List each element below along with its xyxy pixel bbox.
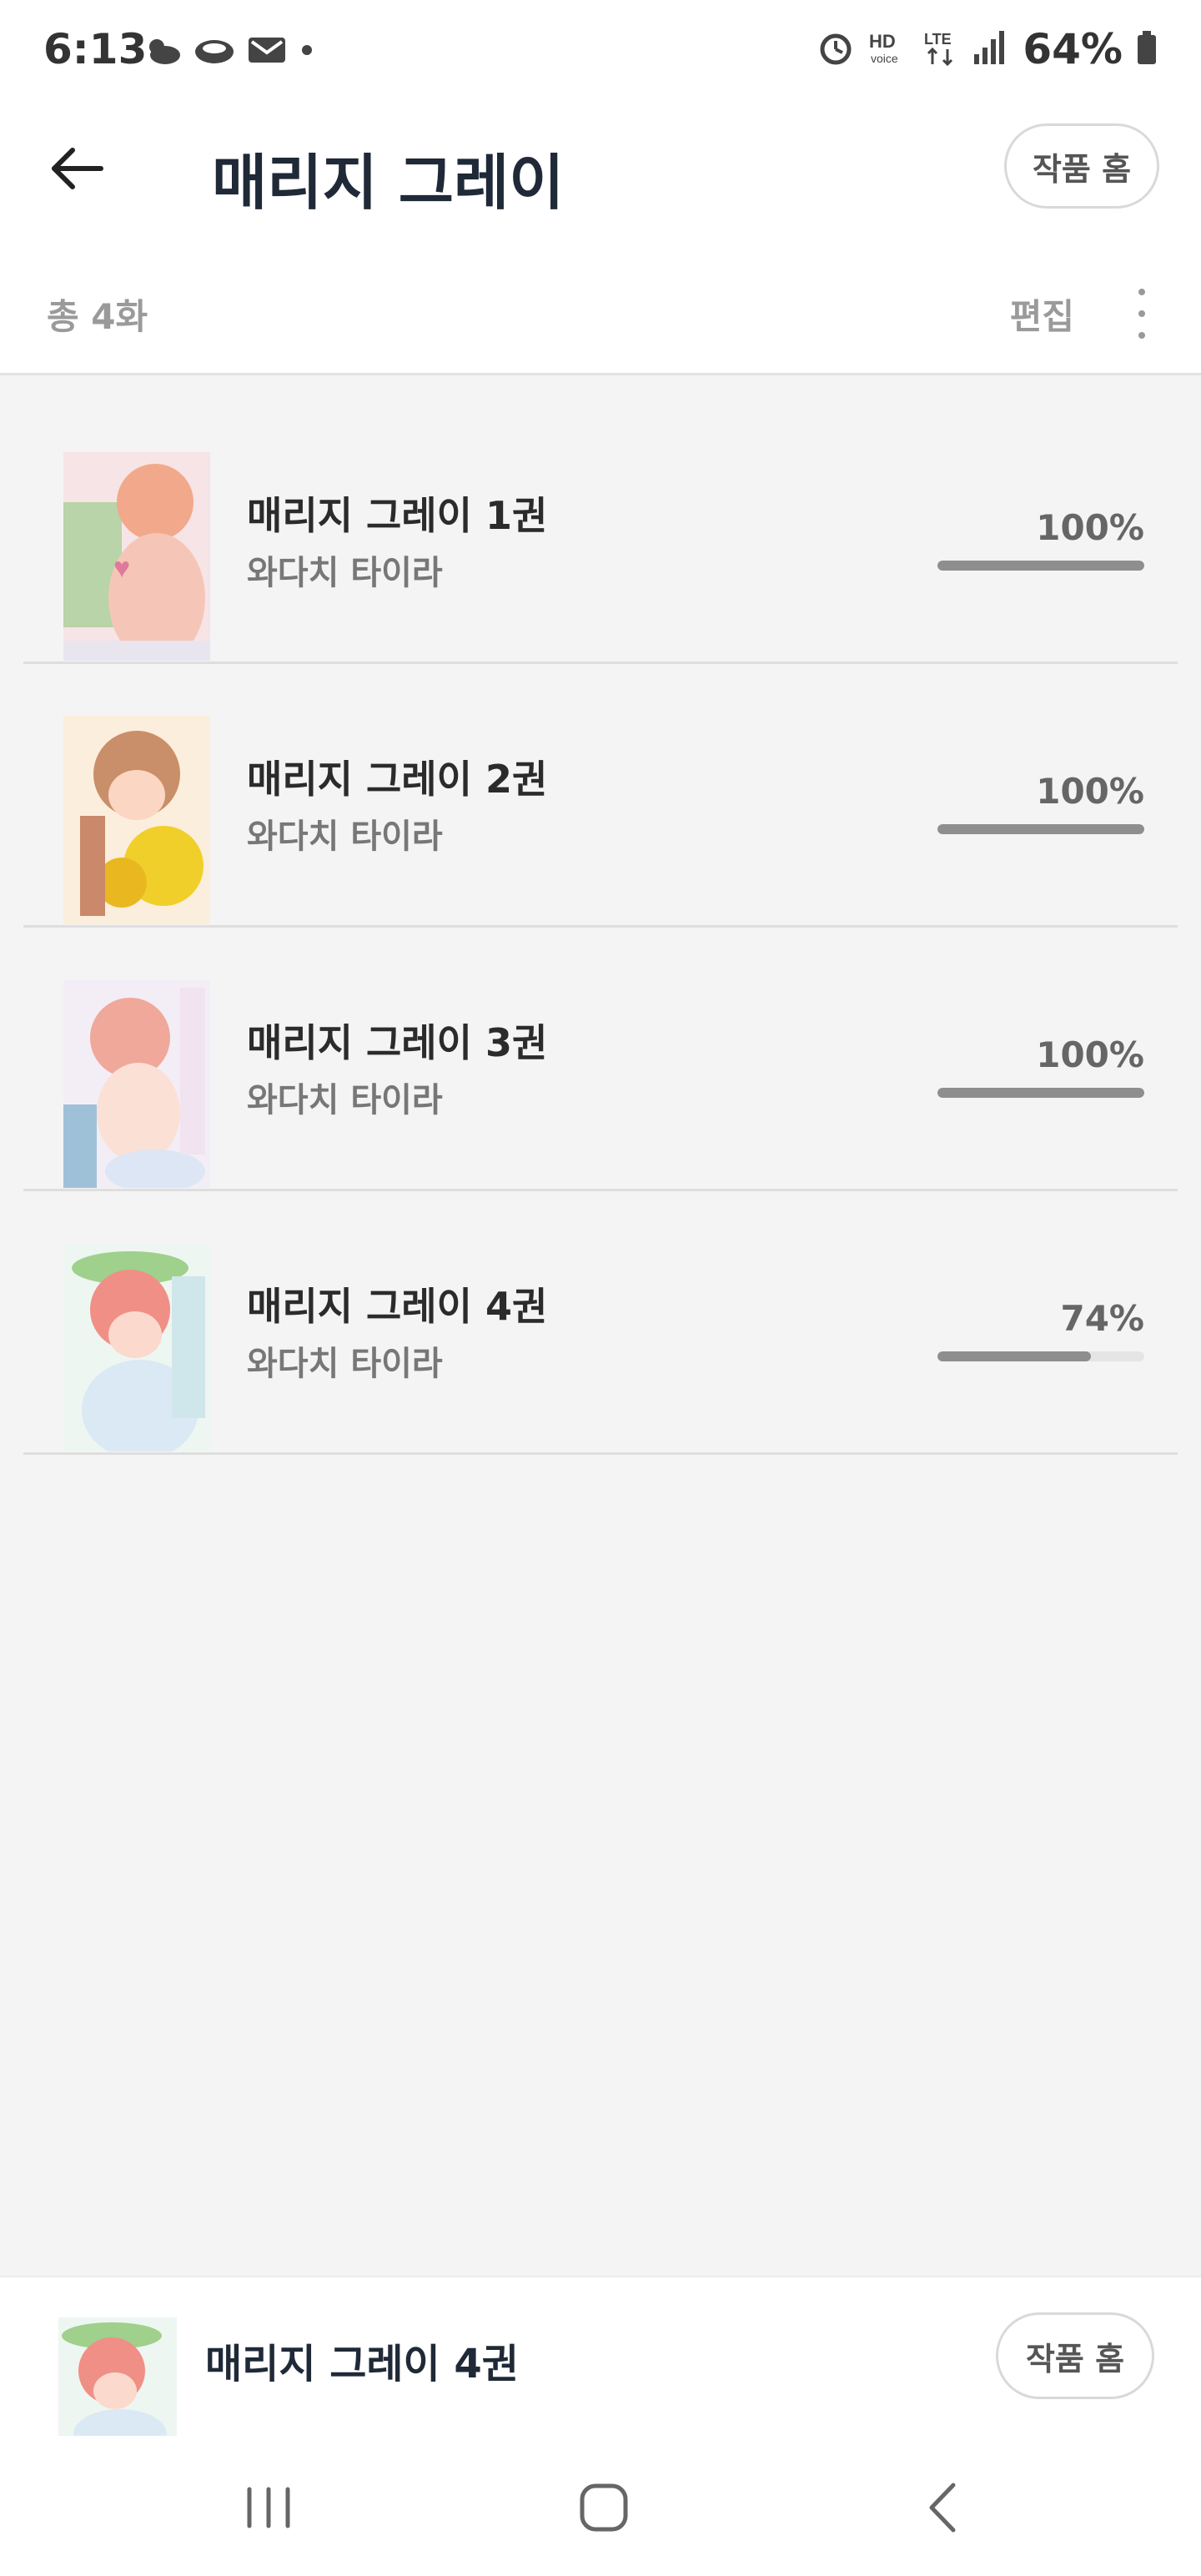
progress-bar [937,1088,1144,1098]
item-title: 매리지 그레이 1권 [247,493,548,538]
cover-thumbnail [63,1243,210,1452]
list-item-volume-2[interactable]: 매리지 그레이 2권 와다치 타이라 100% [23,664,1178,928]
more-dot [1138,289,1145,295]
recent-apps-icon [247,2487,290,2528]
recent-apps-button[interactable] [227,2466,310,2549]
more-dot [1138,310,1145,317]
alarm-icon [817,29,854,69]
status-left-icons [143,33,315,70]
cover-thumbnail [63,716,210,924]
svg-text:HD: HD [869,31,896,52]
status-right: HD voice LTE 64% [817,25,1158,73]
progress-text: 100% [1036,507,1144,548]
app-header: 매리지 그레이 작품 홈 [0,100,1201,234]
signal-icon [972,29,1009,69]
item-title: 매리지 그레이 3권 [247,1020,548,1065]
weather-icon [143,33,182,70]
dot-icon [299,42,315,62]
cover-thumbnail [63,979,210,1188]
cover-thumbnail: ♥ [63,452,210,661]
progress-fill [937,1088,1144,1098]
system-nav-bar [0,2436,1201,2576]
total-count: 총 4화 [47,296,148,337]
list-toolbar: 총 4화 편집 [0,234,1201,375]
status-bar: 6:13 HD voice LTE 64% [0,0,1201,100]
recent-reading-panel[interactable]: 매리지 그레이 4권 작품 홈 [0,2276,1201,2438]
bottom-series-home-button[interactable]: 작품 홈 [996,2312,1154,2399]
more-dot [1138,332,1145,339]
recent-title: 매리지 그레이 4권 [205,2341,519,2387]
list-item-volume-4[interactable]: 매리지 그레이 4권 와다치 타이라 74% [23,1191,1178,1455]
back-button[interactable] [43,135,110,202]
page-title: 매리지 그레이 [212,148,565,218]
progress-bar [937,561,1144,571]
more-options-icon[interactable] [1129,289,1154,339]
list-item-volume-1[interactable]: ♥ 매리지 그레이 1권 와다치 타이라 100% [23,400,1178,664]
item-author: 와다치 타이라 [247,1081,443,1119]
edit-button[interactable]: 편집 [1010,289,1074,340]
back-nav-button[interactable] [901,2466,984,2549]
cloud-icon [193,33,235,70]
progress-fill [937,824,1144,834]
progress-text: 100% [1036,1034,1144,1075]
item-title: 매리지 그레이 4권 [247,1284,548,1329]
back-chevron-icon [929,2483,956,2533]
progress-text: 100% [1036,771,1144,812]
volume-list: ♥ 매리지 그레이 1권 와다치 타이라 100% 매리지 그레이 2권 와다치… [23,400,1178,1455]
item-author: 와다치 타이라 [247,554,443,592]
home-nav-button[interactable] [562,2466,646,2549]
item-author: 와다치 타이라 [247,1345,443,1383]
hd-voice-icon: HD voice [867,29,909,69]
list-item-volume-3[interactable]: 매리지 그레이 3권 와다치 타이라 100% [23,928,1178,1191]
progress-bar [937,824,1144,834]
progress-text: 74% [1060,1298,1144,1339]
back-arrow-icon [52,148,103,189]
svg-text:voice: voice [871,52,898,65]
item-title: 매리지 그레이 2권 [247,757,548,802]
mail-icon [247,34,287,69]
cover-thumbnail [58,2317,177,2438]
battery-icon [1136,29,1158,69]
series-home-button[interactable]: 작품 홈 [1004,123,1159,209]
home-icon [580,2483,628,2532]
svg-text:LTE: LTE [924,31,952,48]
item-author: 와다치 타이라 [247,818,443,856]
battery-text: 64% [1023,25,1123,73]
progress-bar [937,1351,1144,1361]
status-time: 6:13 [43,25,148,73]
progress-fill [937,1351,1091,1361]
lte-icon: LTE [922,29,959,69]
progress-fill [937,561,1144,571]
svg-text:♥: ♥ [113,553,130,584]
